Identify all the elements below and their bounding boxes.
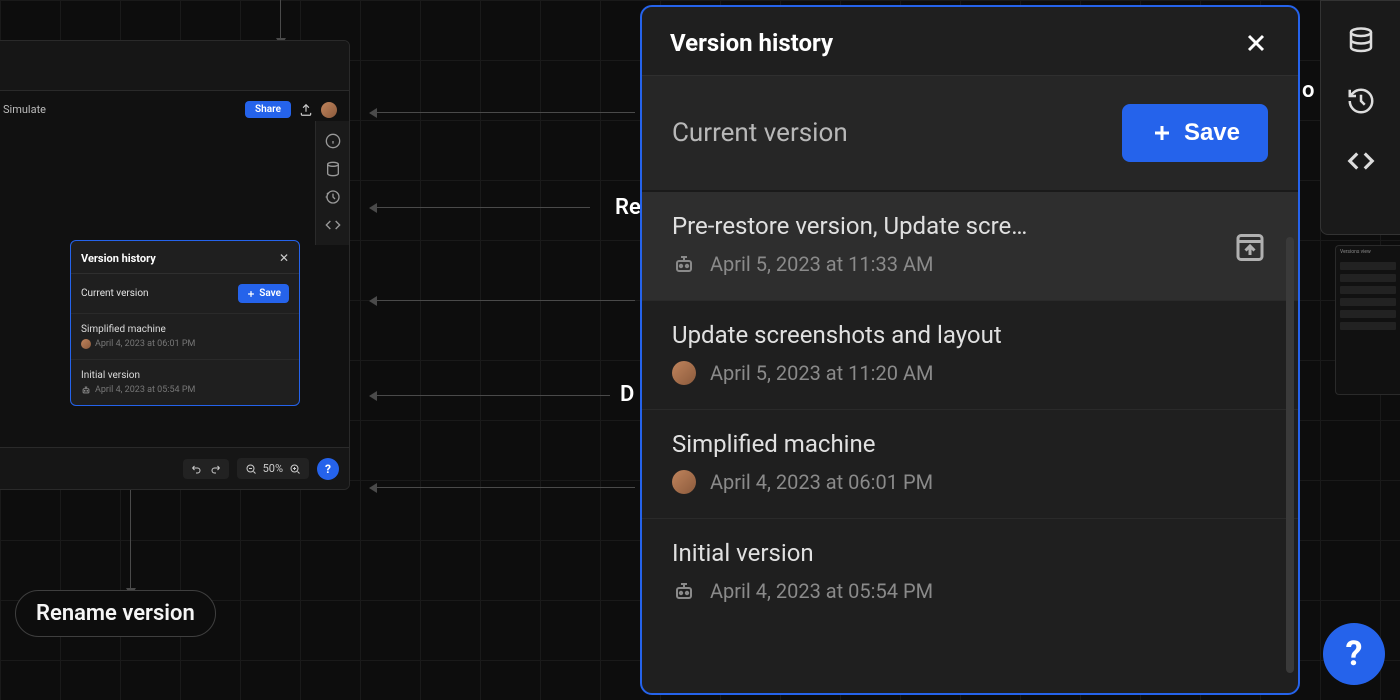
thumbnail-footer: 50% ?	[0, 447, 349, 489]
mini-current-label: Current version	[81, 288, 149, 299]
thumbnail-sidebar	[315, 121, 349, 245]
share-button[interactable]: Share	[245, 101, 291, 118]
history-icon[interactable]	[325, 189, 341, 205]
arrow-down	[130, 490, 131, 590]
save-button[interactable]: Save	[1122, 104, 1268, 162]
version-date: April 5, 2023 at 11:20 AM	[710, 361, 933, 385]
user-avatar[interactable]	[321, 102, 337, 118]
version-title: Update screenshots and layout	[672, 321, 1152, 349]
right-sidebar	[1320, 0, 1400, 235]
version-title: Initial version	[672, 539, 1152, 567]
scrollbar[interactable]	[1286, 237, 1294, 673]
redo-icon[interactable]	[209, 463, 221, 475]
current-version-label: Current version	[672, 118, 848, 148]
simulate-tab: Simulate	[3, 103, 46, 116]
thumbnail-header: Simulate Share	[0, 91, 349, 128]
history-icon[interactable]	[1346, 86, 1376, 116]
thumbnail-topbar	[0, 41, 349, 91]
arrow-left	[375, 207, 590, 208]
zoom-out-icon[interactable]	[245, 463, 257, 475]
plus-icon	[246, 289, 256, 299]
version-item[interactable]: Initial version April 4, 2023 at 05:54 P…	[642, 519, 1298, 627]
version-history-modal: Version history Current version Save Pre…	[640, 5, 1300, 695]
bg-node-partial: Re	[615, 195, 641, 220]
version-date: April 5, 2023 at 11:33 AM	[710, 252, 933, 276]
tiny-preview: Versions view	[1335, 245, 1400, 395]
modal-title: Version history	[670, 29, 833, 57]
info-icon[interactable]	[325, 133, 341, 149]
version-date: April 4, 2023 at 05:54 PM	[710, 579, 933, 603]
bot-icon	[672, 579, 696, 603]
user-avatar	[672, 470, 696, 494]
mini-help-button[interactable]: ?	[317, 458, 339, 480]
close-button[interactable]	[1242, 29, 1270, 57]
arrow-left	[375, 112, 635, 113]
code-icon[interactable]	[325, 217, 341, 233]
rename-version-node[interactable]: Rename version	[15, 590, 216, 637]
undo-icon[interactable]	[191, 463, 203, 475]
version-title: Pre-restore version, Update scre…	[672, 212, 1152, 240]
arrow-left	[375, 487, 635, 488]
avatar	[81, 339, 91, 349]
arrow-down	[280, 0, 281, 40]
plus-icon	[1150, 121, 1174, 145]
mini-version-item[interactable]: Simplified machine April 4, 2023 at 06:0…	[71, 314, 299, 360]
help-button[interactable]: ?	[1323, 623, 1385, 685]
zoom-group[interactable]: 50%	[237, 458, 309, 479]
current-version-row: Current version Save	[642, 76, 1298, 192]
mini-close-button[interactable]: ✕	[279, 251, 289, 265]
restore-icon[interactable]	[1232, 228, 1268, 264]
version-item[interactable]: Update screenshots and layout April 5, 2…	[642, 301, 1298, 410]
mini-version-history-panel: Version history ✕ Current version Save S…	[70, 240, 300, 406]
mini-save-button[interactable]: Save	[238, 284, 289, 303]
zoom-in-icon[interactable]	[289, 463, 301, 475]
arrow-left	[375, 300, 635, 301]
user-avatar	[672, 361, 696, 385]
upload-icon[interactable]	[299, 103, 313, 117]
version-date: April 4, 2023 at 06:01 PM	[710, 470, 933, 494]
arrow-left	[375, 395, 610, 396]
database-icon[interactable]	[325, 161, 341, 177]
database-icon[interactable]	[1346, 26, 1376, 56]
version-item[interactable]: Simplified machine April 4, 2023 at 06:0…	[642, 410, 1298, 519]
version-item[interactable]: Pre-restore version, Update scre… April …	[642, 192, 1298, 301]
bg-node-partial: D	[620, 382, 634, 407]
bot-icon	[672, 252, 696, 276]
mini-panel-title: Version history	[81, 252, 156, 265]
code-icon[interactable]	[1346, 146, 1376, 176]
mini-version-item[interactable]: Initial version April 4, 2023 at 05:54 P…	[71, 360, 299, 405]
tiny-title: Versions view	[1336, 246, 1400, 258]
modal-body: Current version Save Pre-restore version…	[642, 76, 1298, 692]
undo-redo-group[interactable]	[183, 459, 229, 479]
version-title: Simplified machine	[672, 430, 1152, 458]
bg-node-partial: o	[1302, 78, 1314, 103]
bot-icon	[81, 385, 91, 395]
zoom-level: 50%	[263, 462, 283, 475]
